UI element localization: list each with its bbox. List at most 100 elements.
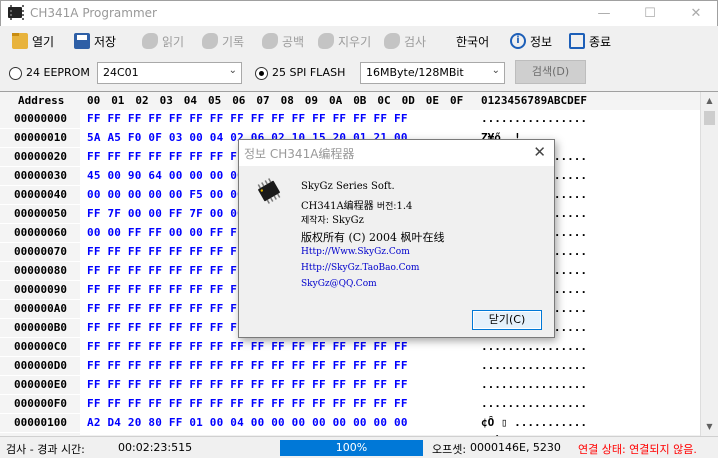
column-header: 04: [183, 94, 198, 107]
floppy-disk-icon: [74, 33, 90, 49]
row-ascii[interactable]: ................: [481, 357, 587, 375]
hex-row[interactable]: 000000D0 FF FF FF FF FF FF FF FF FF FF FF…: [0, 357, 700, 376]
chip-icon: [257, 178, 281, 204]
erase-label: 공백: [282, 34, 305, 49]
row-bytes[interactable]: FF FF FF FF FF FF FF FF FF FF FF FF FF F…: [87, 110, 408, 128]
exit-button[interactable]: 종료: [569, 30, 611, 52]
eeprom-model-select[interactable]: 24C01 ⌄: [97, 62, 242, 84]
copyright-text: 版权所有 (C) 2004 枫叶在线: [301, 231, 445, 244]
eeprom-label: 24 EEPROM: [26, 66, 90, 79]
hex-row[interactable]: 000000F0 FF FF FF FF FF FF FF FF FF FF FF…: [0, 395, 700, 414]
maker-line: 제작자: SkyGz: [301, 213, 364, 226]
dialog-title-bar: 정보 CH341A编程器 ✕: [239, 140, 554, 166]
write-label: 기록: [222, 34, 245, 49]
toolbar: 열기 저장 읽기 기록 공백 지우기 검사 한국어 i 정보 종료: [0, 26, 718, 56]
row-address: 00000090: [0, 281, 80, 299]
row-bytes[interactable]: FF FF FF FF FF FF FF FF FF FF FF FF FF F…: [87, 357, 408, 375]
status-bar: 검사 - 경과 시간: 00:02:23:515 100% 오프셋: 00001…: [0, 436, 718, 458]
column-header: 0C: [377, 94, 391, 107]
write-button[interactable]: 기록: [202, 30, 244, 52]
column-header: 03: [159, 94, 173, 107]
product-line: CH341A编程器 버전:1.4: [301, 197, 412, 212]
info-icon: i: [510, 33, 526, 49]
website-link[interactable]: Http://Www.SkyGz.Com: [301, 247, 410, 257]
read-chip-icon: [142, 33, 158, 49]
row-address: 00000050: [0, 205, 80, 223]
column-header: 06: [232, 94, 246, 107]
spi-flash-radio[interactable]: [255, 67, 268, 80]
column-header: 0B: [353, 94, 367, 107]
offset-value: 0000146E, 5230: [470, 441, 561, 454]
search-button[interactable]: 검색(D): [515, 60, 586, 84]
column-header: 02: [135, 94, 149, 107]
hex-header: Address 00 01 02 03 04 05 06 07 08 09 0A 0B 0C 0D 0E 0F…: [0, 92, 700, 110]
version-value: 1.4: [396, 201, 413, 212]
minimize-button[interactable]: —: [581, 1, 627, 27]
maximize-button[interactable]: ☐: [627, 1, 673, 27]
ascii-header: 0123456789ABCDEF: [481, 94, 587, 107]
row-address: 000000E0: [0, 376, 80, 394]
email-link[interactable]: SkyGz@QQ.Com: [301, 279, 377, 289]
chevron-down-icon: ⌄: [491, 65, 500, 76]
hex-row[interactable]: 00000000 FF FF FF FF FF FF FF FF FF FF FF…: [0, 110, 700, 129]
row-bytes[interactable]: FF FF FF FF FF FF FF FF FF FF FF FF FF F…: [87, 338, 408, 356]
vertical-scrollbar[interactable]: ▲ ▼: [700, 92, 718, 436]
dialog-close-icon[interactable]: ✕: [533, 143, 546, 161]
save-label: 저장: [94, 34, 117, 49]
column-header: 0D: [401, 94, 415, 107]
clear-button[interactable]: 지우기: [318, 30, 371, 52]
elapsed-time: 00:02:23:515: [118, 441, 193, 454]
scroll-thumb[interactable]: [704, 111, 715, 125]
row-address: 000000D0: [0, 357, 80, 375]
column-header: 05: [208, 94, 222, 107]
read-button[interactable]: 읽기: [142, 30, 184, 52]
row-bytes[interactable]: FF FF FF FF FF FF FF FF FF FF FF FF FF F…: [87, 376, 408, 394]
address-header: Address: [18, 94, 65, 107]
row-ascii[interactable]: ................: [481, 338, 587, 356]
row-address: 00000080: [0, 262, 80, 280]
spi-size-value: 16MByte/128MBit: [366, 66, 464, 79]
progress-text: 100%: [335, 441, 368, 454]
read-label: 읽기: [162, 34, 185, 49]
column-header: 0F: [450, 94, 464, 107]
scroll-up-icon[interactable]: ▲: [701, 92, 718, 109]
open-label: 열기: [32, 34, 55, 49]
verify-button[interactable]: 검사: [384, 30, 426, 52]
row-bytes[interactable]: A2 D4 20 80 FF 01 00 04 00 00 00 00 00 0…: [87, 414, 408, 432]
title-bar: CH341A Programmer — ☐ ✕: [0, 0, 718, 26]
write-chip-icon: [202, 33, 218, 49]
column-header: 01: [111, 94, 125, 107]
chip-selection-row: 24 EEPROM 24C01 ⌄ 25 SPI FLASH 16MByte/1…: [0, 58, 718, 88]
taobao-link[interactable]: Http://SkyGz.TaoBao.Com: [301, 263, 419, 273]
row-ascii[interactable]: ................: [481, 395, 587, 413]
row-ascii[interactable]: ................: [481, 110, 587, 128]
hex-row[interactable]: 000000C0 FF FF FF FF FF FF FF FF FF FF FF…: [0, 338, 700, 357]
progress-bar: 100%: [280, 440, 423, 456]
row-ascii[interactable]: ................: [481, 376, 587, 394]
row-address: 00000020: [0, 148, 80, 166]
connection-status: 연결 상태: 연결되지 않음.: [578, 443, 697, 456]
row-ascii[interactable]: ¢Ô ▯ ...........: [481, 414, 587, 432]
close-button[interactable]: ✕: [673, 1, 718, 27]
save-button[interactable]: 저장: [74, 30, 116, 52]
row-address: 000000C0: [0, 338, 80, 356]
scroll-down-icon[interactable]: ▼: [701, 418, 718, 435]
row-address: 00000010: [0, 129, 80, 147]
open-button[interactable]: 열기: [12, 30, 54, 52]
language-button[interactable]: 한국어: [456, 30, 489, 52]
column-header: 0E: [425, 94, 440, 107]
chip-app-icon: [8, 5, 24, 20]
hex-row[interactable]: 000000E0 FF FF FF FF FF FF FF FF FF FF FF…: [0, 376, 700, 395]
window-title: CH341A Programmer: [30, 6, 157, 20]
erase-button[interactable]: 공백: [262, 30, 304, 52]
row-address: 00000030: [0, 167, 80, 185]
blank-check-icon: [262, 33, 278, 49]
eeprom-radio[interactable]: [9, 67, 22, 80]
hex-row[interactable]: 00000100 A2 D4 20 80 FF 01 00 04 00 00 00…: [0, 414, 700, 433]
row-bytes[interactable]: FF FF FF FF FF FF FF FF FF FF FF FF FF F…: [87, 395, 408, 413]
verify-icon: [384, 33, 400, 49]
dialog-close-button[interactable]: 닫기(C): [472, 310, 542, 330]
row-address: 000000F0: [0, 395, 80, 413]
spi-size-select[interactable]: 16MByte/128MBit ⌄: [360, 62, 505, 84]
info-button[interactable]: i 정보: [510, 30, 552, 52]
